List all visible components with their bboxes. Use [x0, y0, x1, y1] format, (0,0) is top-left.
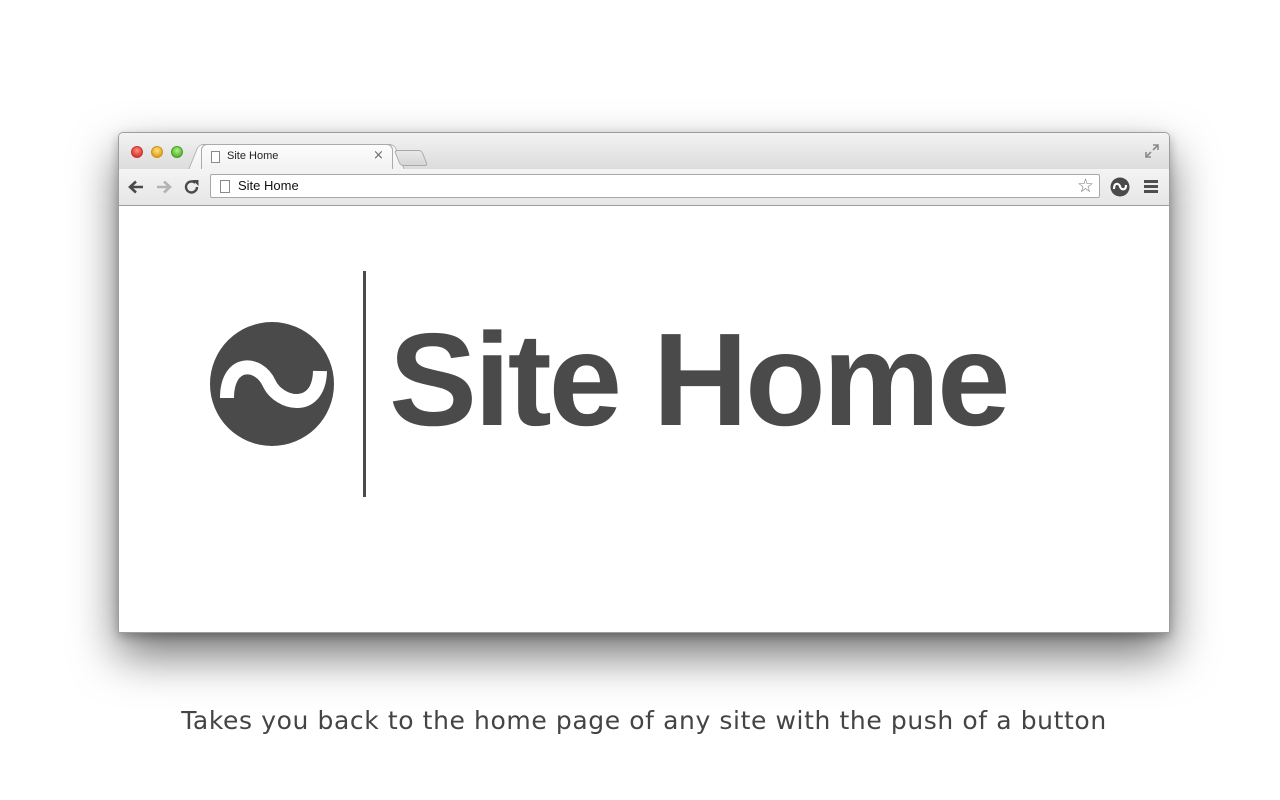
arrow-left-icon[interactable]	[127, 179, 145, 195]
page-title: Site Home	[389, 306, 1010, 453]
page-content: Site Home	[119, 206, 1169, 632]
tilde-circle-logo	[210, 322, 334, 446]
browser-window: Site Home × Site Home ☆ Site Home	[118, 132, 1170, 633]
fullscreen-icon[interactable]	[1143, 142, 1161, 160]
address-text: Site Home	[238, 178, 299, 193]
arrow-right-icon[interactable]	[155, 179, 173, 195]
zoom-window-button[interactable]	[171, 146, 183, 158]
site-home-extension-icon[interactable]	[1110, 177, 1130, 197]
address-bar[interactable]: Site Home ☆	[210, 174, 1100, 198]
page-icon	[211, 151, 220, 163]
minimize-window-button[interactable]	[151, 146, 163, 158]
toolbar: Site Home ☆	[119, 169, 1169, 206]
star-icon[interactable]: ☆	[1077, 176, 1094, 196]
stage: Site Home × Site Home ☆ Site Home Takes …	[0, 0, 1280, 800]
title-bar: Site Home ×	[119, 133, 1169, 171]
tab-close-icon[interactable]: ×	[373, 148, 384, 163]
caption: Takes you back to the home page of any s…	[181, 706, 1107, 735]
reload-icon[interactable]	[183, 179, 201, 195]
page-icon	[220, 180, 230, 193]
hamburger-menu-icon[interactable]	[1144, 180, 1158, 194]
logo-divider	[363, 271, 366, 497]
new-tab-button[interactable]	[393, 150, 429, 166]
close-window-button[interactable]	[131, 146, 143, 158]
tab-title: Site Home	[227, 150, 279, 162]
